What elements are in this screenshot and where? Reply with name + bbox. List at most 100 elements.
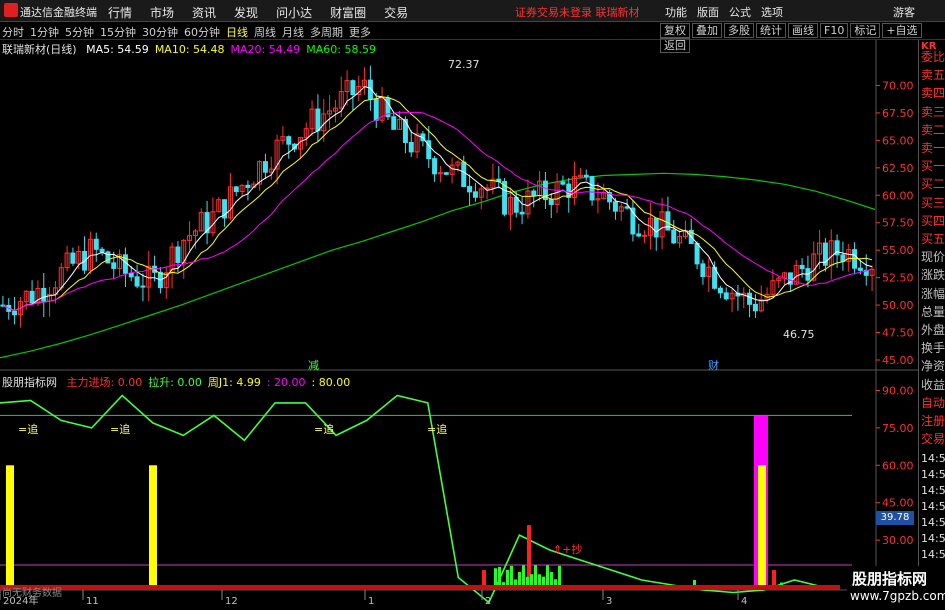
cursor-value-badge: 39.78 <box>876 511 914 525</box>
signal-bar <box>758 465 766 590</box>
level-20-label: : 20.00 <box>266 376 306 389</box>
candle-body <box>262 161 268 173</box>
quote-field: 买一 <box>921 159 945 174</box>
quote-panel: KR 委比 卖五 卖四 卖三 卖二 卖一 买一 买二 买三 买四 买五 现价 涨跌 涨幅 总量 外盘 换手 净资收… <box>918 40 945 609</box>
price-tick-label: 55.00 <box>882 244 914 257</box>
candle-body <box>461 161 467 188</box>
trade-time: 14:55 <box>921 468 945 481</box>
candle-body <box>747 292 753 305</box>
reduce-marker: 减 <box>308 359 319 372</box>
candle-body <box>531 190 537 197</box>
candle-body <box>315 108 321 132</box>
quote-field: 委比 <box>921 50 945 64</box>
candle-body <box>548 199 554 205</box>
candle-body <box>391 116 397 130</box>
candle-body <box>653 217 659 238</box>
quote-field: 收益 <box>921 377 945 392</box>
candle-body <box>671 229 677 244</box>
time-tick-label: 12 <box>225 596 238 607</box>
candle-body <box>642 234 648 237</box>
stock-title[interactable]: 联瑞新材(日线) <box>2 43 77 56</box>
candle-body <box>12 310 18 316</box>
quote-field: 注册 <box>921 414 945 428</box>
ma5-label: MA5: 54.59 <box>86 43 149 56</box>
trade-time: 14:55 <box>921 452 945 465</box>
price-axis: 70.00 67.50 65.00 62.50 60.00 57.50 55.00 52.50… <box>0 79 914 607</box>
price-tick-label: 50.00 <box>882 299 914 312</box>
watermark-url: www.7gpzb.com <box>850 589 945 603</box>
quote-field: 现价 <box>921 250 945 265</box>
price-tick-label: 57.50 <box>882 217 914 230</box>
candle-body <box>111 262 117 269</box>
ma60-polyline <box>0 172 876 359</box>
chase-label: =追 <box>18 422 38 436</box>
chase-label: =追 <box>110 422 130 436</box>
candle-body <box>41 287 47 302</box>
candle-body <box>694 242 700 265</box>
time-tick-label: 3 <box>606 596 612 607</box>
candle-body <box>432 158 438 175</box>
candle-body <box>134 276 140 287</box>
candle-body <box>286 136 292 145</box>
ma-legend: 联瑞新材(日线) MA5: 54.59 MA10: 54.48 MA20: 54.4… <box>2 41 382 57</box>
quote-field: 总量 <box>921 304 945 319</box>
quote-field: 买二 <box>921 177 945 192</box>
indicator-tick-label: 45.00 <box>882 497 914 510</box>
trade-time: 14:55 <box>921 484 945 497</box>
candle-body <box>636 233 642 237</box>
price-tick-label: 67.50 <box>882 107 914 120</box>
candle-body <box>700 263 706 278</box>
no-finance-data: 尚无财务数据 <box>2 588 62 599</box>
price-tick-label: 47.50 <box>882 327 914 340</box>
ma60-label: MA60: 58.59 <box>306 43 376 56</box>
price-tick-label: 70.00 <box>882 79 914 92</box>
pull-up-label: 拉升: 0.00 <box>148 376 202 389</box>
ma10-label: MA10: 54.48 <box>154 43 225 56</box>
trade-time: 14:55 <box>921 500 945 513</box>
candle-body <box>799 264 805 270</box>
candles: 72.37 46.75 减 财 <box>0 58 875 372</box>
quote-field: 净资 <box>921 359 945 374</box>
chase-label: =追 <box>427 422 447 436</box>
candle-body <box>624 206 630 209</box>
indicator-name[interactable]: 股朋指标网 <box>2 376 57 389</box>
time-tick-label: 2 <box>485 596 491 607</box>
time-tick-label: 1 <box>368 596 374 607</box>
candle-body <box>519 211 525 215</box>
candle-body <box>175 246 181 264</box>
candle-body <box>857 267 863 271</box>
quote-field: 外盘 <box>921 323 945 337</box>
indicator-legend: 股朋指标网 主力进场: 0.00 拉升: 0.00 周J1: 4.99: 20.00… <box>2 374 356 390</box>
main-inflow-label: 主力进场: 0.00 <box>66 376 143 389</box>
trade-time: 14:55 <box>921 532 945 545</box>
ma60-line <box>0 172 876 359</box>
price-tick-label: 52.50 <box>882 272 914 285</box>
indicator-plot: =追 =追 =追 =追 ⇑+抄 <box>0 394 852 604</box>
trade-time: 14:55 <box>921 516 945 529</box>
candle-body <box>723 292 729 300</box>
indicator-tick-label: 60.00 <box>882 459 914 472</box>
low-price-label: 46.75 <box>783 328 815 341</box>
candle-body <box>105 251 111 264</box>
quote-field: 买三 <box>921 195 945 210</box>
baseline-bars <box>0 585 840 590</box>
quote-field: 涨跌 <box>921 268 945 283</box>
watermark-title: 股朋指标网 <box>852 570 928 588</box>
signal-bar <box>6 465 14 590</box>
buy-signal-label: ⇑+抄 <box>553 542 582 556</box>
chase-label: =追 <box>314 422 334 436</box>
quote-field: 卖三 <box>921 104 945 119</box>
candle-body <box>612 201 618 212</box>
candle-body <box>29 290 35 304</box>
kline-chart[interactable]: 72.37 46.75 减 财 =追 =追 =追 =追 ⇑+抄 70.00 67.50 65.00… <box>0 0 918 609</box>
candle-body <box>93 238 99 250</box>
candle-body <box>99 248 105 253</box>
level-80-label: : 80.00 <box>311 376 351 389</box>
candle-body <box>140 285 146 288</box>
quote-field: 涨幅 <box>921 286 945 301</box>
trade-time: 14:56 <box>921 548 945 561</box>
indicator-tick-label: 30.00 <box>882 534 914 547</box>
candle-body <box>233 186 239 193</box>
ma20-polyline <box>2 111 873 312</box>
price-tick-label: 60.00 <box>882 189 914 202</box>
